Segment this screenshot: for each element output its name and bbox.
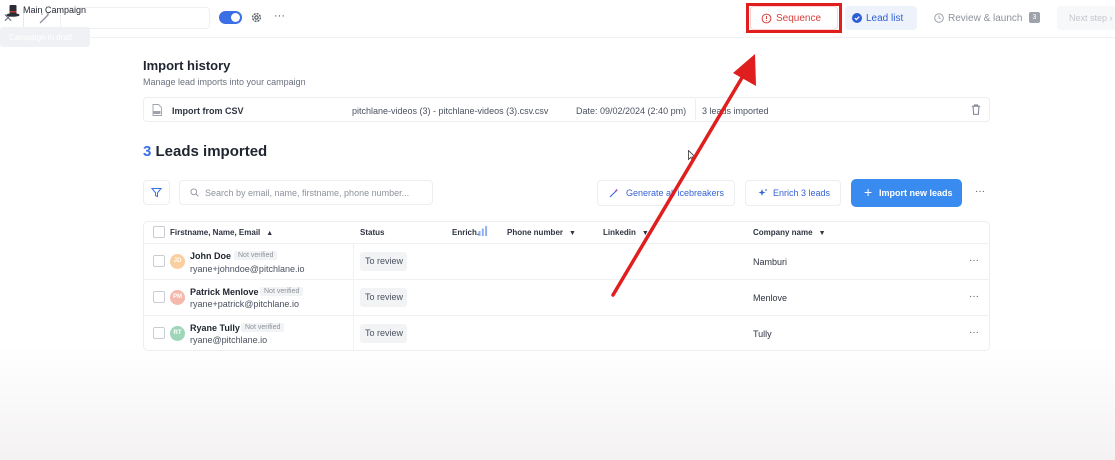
dropdown-icon: ▼ — [641, 230, 649, 237]
avatar: PM — [170, 290, 185, 305]
avatar: JD — [170, 254, 185, 269]
column-phone-label: Phone number — [507, 228, 564, 237]
sort-asc-icon: ▲ — [266, 230, 274, 237]
column-header-linkedin[interactable]: Linkedin ▼ — [603, 228, 649, 237]
check-circle-icon — [852, 13, 862, 23]
column-header-enrich[interactable]: Enrich. — [452, 228, 479, 237]
verification-badge: Not verified — [234, 251, 278, 260]
annotation-highlight-box — [746, 3, 842, 33]
row-checkbox[interactable] — [153, 255, 165, 267]
filter-icon — [151, 188, 162, 198]
column-divider — [353, 243, 354, 351]
import-history-title: Import history — [143, 58, 231, 73]
status-badge[interactable]: To review — [360, 252, 407, 271]
lead-email: ryane+patrick@pitchlane.io — [190, 299, 299, 309]
lead-name[interactable]: Patrick Menlove — [190, 287, 259, 297]
import-history-subtitle: Manage lead imports into your campaign — [143, 77, 306, 87]
lead-email: ryane@pitchlane.io — [190, 335, 268, 345]
row-divider — [144, 279, 989, 280]
step-lead-list-label: Lead list — [866, 13, 904, 24]
dropdown-icon: ▼ — [818, 230, 826, 237]
lead-name[interactable]: John Doe — [190, 251, 231, 261]
next-step-button[interactable]: Next step › — [1057, 6, 1115, 30]
row-checkbox[interactable] — [153, 327, 165, 339]
more-options-button[interactable]: ··· — [274, 10, 285, 22]
column-header-status[interactable]: Status — [360, 228, 384, 237]
dropdown-icon: ▼ — [569, 230, 576, 237]
top-hat-icon — [6, 5, 20, 17]
import-source-label: Import from CSV — [172, 106, 244, 116]
next-step-label: Next step — [1069, 13, 1108, 23]
plus-icon: + — [864, 184, 873, 200]
column-company-label: Company name — [753, 228, 813, 237]
enrich-leads-label: Enrich 3 leads — [773, 188, 831, 198]
more-actions-button[interactable]: ··· — [975, 186, 985, 197]
row-more-button[interactable]: ··· — [969, 255, 979, 266]
search-icon — [190, 188, 199, 197]
bar-chart-icon — [478, 226, 488, 236]
magic-wand-icon — [609, 188, 619, 198]
clock-icon — [934, 13, 944, 23]
column-header-company[interactable]: Company name ▼ — [753, 228, 826, 237]
import-lead-count: 3 leads imported — [702, 106, 769, 116]
import-divider — [695, 99, 696, 120]
verification-badge: Not verified — [260, 287, 304, 296]
import-new-leads-label: Import new leads — [879, 188, 953, 198]
campaign-status-tooltip: Campaign in draft — [0, 27, 90, 47]
generate-icebreakers-label: Generate all icebreakers — [626, 188, 725, 198]
leads-count: 3 — [143, 143, 152, 160]
review-count-badge: 3 — [1029, 12, 1040, 23]
column-name-label: Firstname, Name, Email — [170, 228, 261, 237]
trash-icon[interactable] — [971, 104, 981, 115]
status-badge[interactable]: To review — [360, 288, 407, 307]
verification-badge: Not verified — [241, 323, 285, 332]
step-review-launch-label[interactable]: Review & launch — [948, 13, 1022, 24]
select-all-checkbox[interactable] — [153, 226, 165, 238]
campaign-name: Main Campaign — [23, 5, 87, 15]
mouse-cursor-icon — [688, 150, 696, 162]
gear-icon[interactable] — [250, 11, 263, 24]
lead-email: ryane+johndoe@pitchlane.io — [190, 264, 305, 274]
campaign-toggle[interactable] — [219, 11, 242, 24]
column-header-name[interactable]: Firstname, Name, Email ▲ — [170, 228, 273, 237]
lead-name[interactable]: Ryane Tully — [190, 323, 240, 333]
leads-title-text: Leads imported — [155, 143, 268, 160]
import-history-entry — [143, 97, 990, 122]
company-name: Menlove — [753, 293, 788, 303]
leads-imported-title: 3 Leads imported — [143, 143, 267, 160]
search-input[interactable] — [205, 186, 427, 199]
csv-file-icon — [152, 104, 162, 116]
company-name: Namburi — [753, 257, 788, 267]
row-more-button[interactable]: ··· — [969, 291, 979, 302]
import-date: Date: 09/02/2024 (2:40 pm) — [576, 106, 687, 116]
avatar: RT — [170, 326, 185, 341]
company-name: Tully — [753, 329, 772, 339]
sparkles-icon — [758, 188, 768, 196]
column-linkedin-label: Linkedin — [603, 228, 636, 237]
status-badge[interactable]: To review — [360, 324, 407, 343]
row-checkbox[interactable] — [153, 291, 165, 303]
column-header-phone[interactable]: Phone number ▼ — [507, 228, 576, 237]
row-more-button[interactable]: ··· — [969, 327, 979, 338]
row-divider — [144, 315, 989, 316]
table-header-divider — [144, 243, 989, 244]
import-file-name: pitchlane-videos (3) - pitchlane-videos … — [352, 106, 549, 116]
